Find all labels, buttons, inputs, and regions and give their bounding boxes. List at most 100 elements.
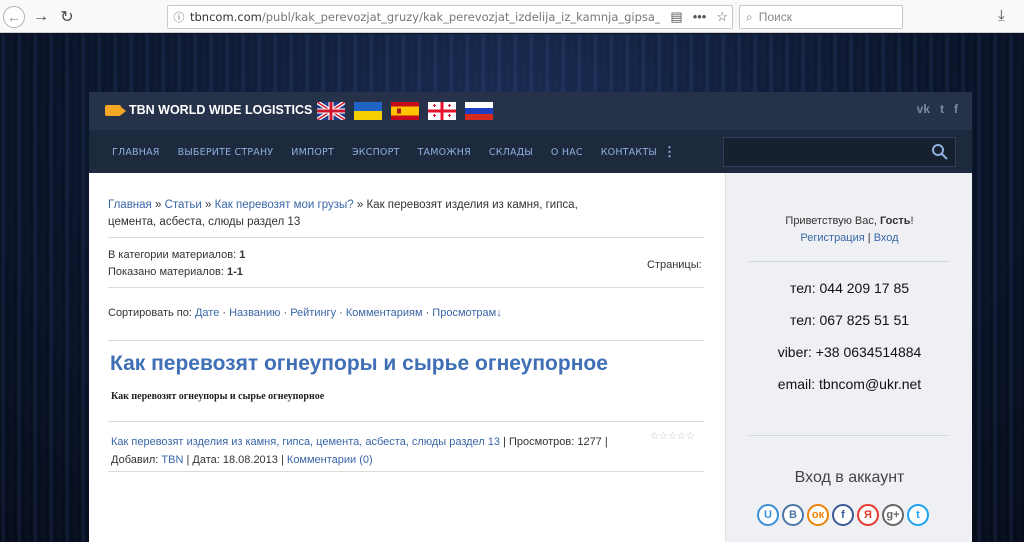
sort-label: Сортировать по:: [108, 307, 195, 319]
site-header: TBN WORLD WIDE LOGISTICS vk t f: [89, 92, 972, 130]
breadcrumb-separator: »: [201, 199, 215, 211]
main-menu: ГЛАВНАЯ ВЫБЕРИТЕ СТРАНУ ИМПОРТ ЭКСПОРТ Т…: [89, 130, 972, 173]
sort-arrow-icon: ↓: [496, 307, 502, 319]
views-label: Просмотров:: [509, 436, 578, 448]
breadcrumb-category[interactable]: Как перевозят мои грузы?: [215, 199, 354, 211]
rating-stars[interactable]: ☆☆☆☆☆: [650, 431, 695, 442]
facebook-login-icon[interactable]: f: [832, 504, 854, 526]
star-icon[interactable]: ☆: [668, 431, 677, 442]
register-link[interactable]: Регистрация: [800, 232, 864, 244]
shown-value: 1-1: [226, 266, 243, 278]
greeting-excl: !: [910, 215, 914, 227]
yandex-icon[interactable]: Я: [857, 504, 879, 526]
georgia-flag[interactable]: [428, 102, 456, 120]
login-title: Вход в аккаунт: [794, 469, 905, 486]
article-subtitle: Как перевозят огнеупоры и сырье огнеупор…: [111, 391, 325, 402]
url-host: tbncom.com: [190, 10, 262, 24]
in-category-label: В категории материалов:: [108, 249, 240, 261]
added-label: Добавил:: [111, 454, 162, 466]
info-icon[interactable]: ⓘ: [168, 9, 190, 25]
social-login-icons: U Вок f Яg+ t: [757, 504, 929, 526]
camera-icon: [105, 104, 126, 116]
comments-link[interactable]: Комментарии (0): [287, 454, 373, 466]
back-icon[interactable]: ←: [3, 6, 25, 28]
twitter-login-icon[interactable]: t: [907, 504, 929, 526]
menu-item-warehouses[interactable]: СКЛАДЫ: [489, 147, 533, 158]
download-icon[interactable]: ⤓: [998, 7, 1005, 24]
divider: [108, 340, 704, 341]
reader-icon[interactable]: ▤: [670, 9, 682, 25]
article-meta: Как перевозят изделия из камня, гипса, ц…: [111, 436, 608, 466]
vk-login-icon[interactable]: В: [782, 504, 804, 526]
bookmark-star-icon[interactable]: ☆: [716, 9, 728, 25]
menu-item-customs[interactable]: ТАМОЖНЯ: [418, 147, 471, 158]
google-plus-icon[interactable]: g+: [882, 504, 904, 526]
site-search-input[interactable]: [723, 137, 956, 167]
more-icon[interactable]: •••: [693, 9, 707, 25]
breadcrumb: Главная » Статьи » Как перевозят мои гру…: [108, 197, 578, 231]
pages-label: Страницы:: [647, 259, 702, 271]
login-link[interactable]: Вход: [874, 232, 899, 244]
russia-flag[interactable]: [465, 102, 493, 120]
article-date: 18.08.2013: [222, 454, 278, 466]
article-title[interactable]: Как перевозят огнеупоры и сырье огнеупор…: [110, 352, 608, 376]
site-logo[interactable]: TBN WORLD WIDE LOGISTICS: [105, 103, 312, 117]
sort-by-views-label: Просмотрам: [432, 307, 497, 319]
star-icon[interactable]: ☆: [686, 431, 695, 442]
browser-toolbar: ← → ↻ ⓘ tbncom.com/publ/kak_perevozjat_g…: [0, 0, 1024, 33]
facebook-icon[interactable]: f: [954, 102, 958, 116]
forward-icon[interactable]: →: [30, 6, 52, 28]
views-count: 1277: [577, 436, 602, 448]
reload-icon[interactable]: ↻: [56, 6, 78, 28]
phone-2: тел: 067 825 51 51: [789, 312, 910, 328]
breadcrumb-separator: »: [353, 199, 367, 211]
search-icon[interactable]: [931, 143, 949, 161]
divider: [749, 261, 949, 262]
ucoz-icon[interactable]: U: [757, 504, 779, 526]
article-category-link[interactable]: Как перевозят изделия из камня, гипса, ц…: [111, 436, 500, 448]
star-icon[interactable]: ☆: [650, 431, 659, 442]
url-path: /publ/kak_perevozjat_gruzy/kak_perevozja…: [261, 10, 660, 24]
breadcrumb-articles[interactable]: Статьи: [165, 199, 202, 211]
uk-flag[interactable]: [317, 102, 345, 120]
twitter-icon[interactable]: t: [940, 102, 944, 116]
sort-by-views[interactable]: Просмотрам↓: [432, 307, 501, 319]
materials-stats: В категории материалов: 1 Показано матер…: [108, 247, 245, 281]
author-link[interactable]: TBN: [161, 454, 183, 466]
main-content: Главная » Статьи » Как перевозят мои гру…: [89, 173, 725, 542]
search-icon: ⌕: [746, 9, 753, 24]
ukraine-flag[interactable]: [354, 102, 382, 120]
viber: viber: +38 0634514884: [777, 344, 922, 360]
menu-item-import[interactable]: ИМПОРТ: [291, 147, 334, 158]
menu-item-home[interactable]: ГЛАВНАЯ: [112, 147, 160, 158]
vk-icon[interactable]: vk: [917, 102, 930, 116]
breadcrumb-separator: »: [151, 199, 165, 211]
menu-item-contacts[interactable]: КОНТАКТЫ: [601, 147, 657, 158]
sort-by-rating[interactable]: Рейтингу: [290, 307, 336, 319]
breadcrumb-home[interactable]: Главная: [108, 199, 152, 211]
divider: [108, 471, 704, 472]
sort-by-comments[interactable]: Комментариям: [346, 307, 423, 319]
address-bar[interactable]: ⓘ tbncom.com/publ/kak_perevozjat_gruzy/k…: [167, 5, 733, 29]
contacts-block: тел: 044 209 17 85 тел: 067 825 51 51 vi…: [726, 278, 973, 406]
greeting-text: Приветствую Вас,: [785, 215, 880, 227]
divider: [108, 421, 704, 422]
menu-item-country[interactable]: ВЫБЕРИТЕ СТРАНУ: [178, 147, 274, 158]
menu-item-export[interactable]: ЭКСПОРТ: [352, 147, 400, 158]
spain-flag[interactable]: [391, 102, 419, 120]
browser-search-input[interactable]: ⌕ Поиск: [739, 5, 903, 29]
sort-by-name[interactable]: Названию: [229, 307, 280, 319]
url-text[interactable]: tbncom.com/publ/kak_perevozjat_gruzy/kak…: [190, 10, 660, 24]
menu-more-icon[interactable]: ⋮: [663, 144, 676, 160]
date-label: Дата:: [192, 454, 223, 466]
divider: [108, 237, 704, 238]
phone-1: тел: 044 209 17 85: [789, 280, 910, 296]
sort-by-date[interactable]: Дате: [195, 307, 219, 319]
welcome-block: Приветствую Вас, Гость! Регистрация | Вх…: [785, 215, 914, 244]
search-placeholder: Поиск: [758, 10, 792, 24]
menu-item-about[interactable]: О НАС: [551, 147, 583, 158]
odnoklassniki-icon[interactable]: ок: [807, 504, 829, 526]
logo-text: TBN WORLD WIDE LOGISTICS: [129, 103, 313, 117]
star-icon[interactable]: ☆: [677, 431, 686, 442]
star-icon[interactable]: ☆: [659, 431, 668, 442]
